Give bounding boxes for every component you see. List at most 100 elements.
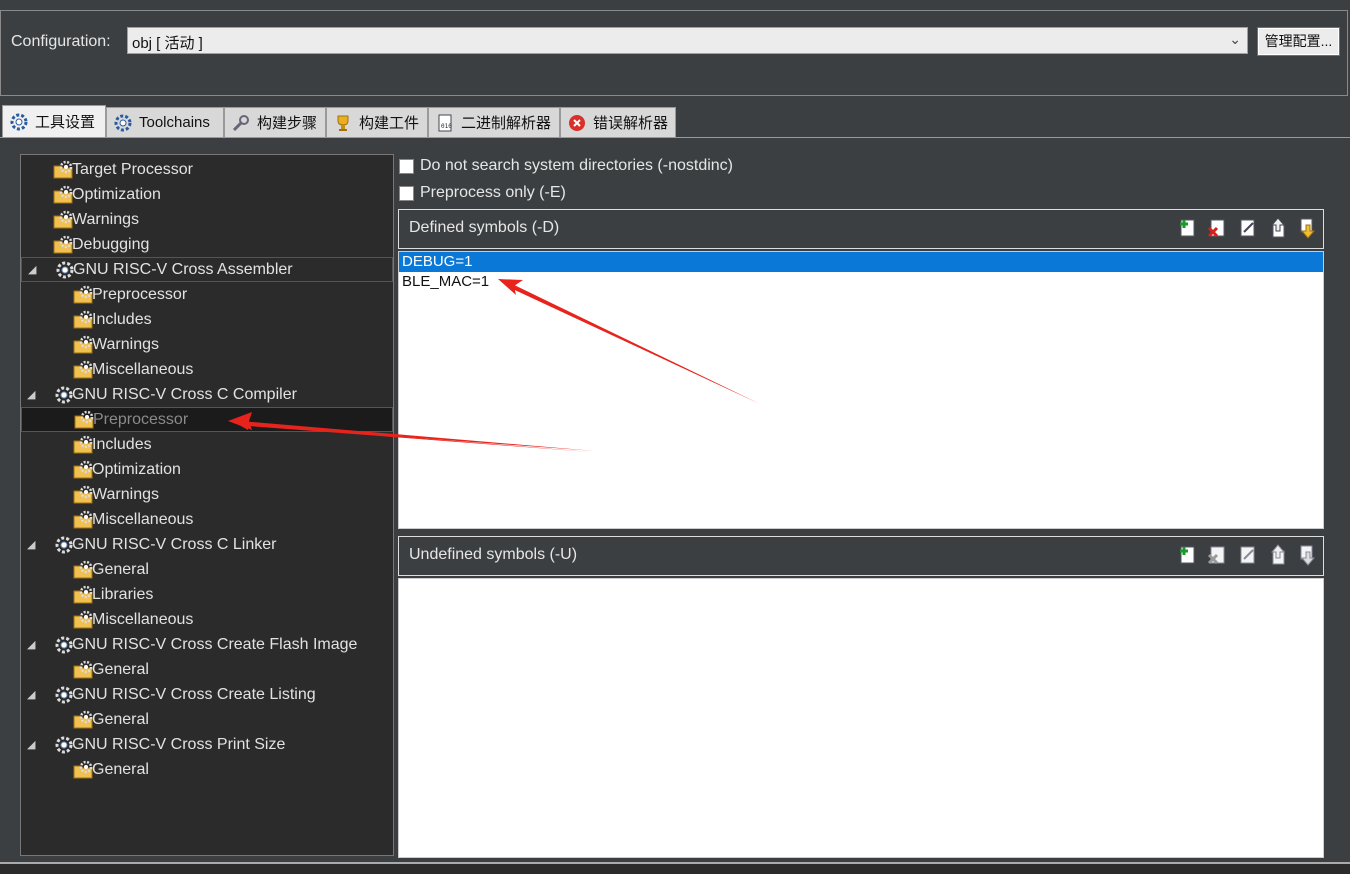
expand-collapse-icon[interactable]: ◢ (27, 688, 39, 701)
tree-group-item[interactable]: ◢ GNU RISC-V Cross Create Flash Image (21, 632, 393, 657)
tree-item[interactable]: Miscellaneous (21, 507, 393, 532)
tree-item-label: Miscellaneous (92, 610, 194, 628)
tree-item-label: Miscellaneous (92, 510, 194, 528)
tree-item-label: Warnings (72, 210, 139, 228)
tree-item[interactable]: Warnings (21, 207, 393, 232)
tree-group-item[interactable]: ◢ GNU RISC-V Cross Create Listing (21, 682, 393, 707)
tree-item[interactable]: Warnings (21, 482, 393, 507)
add-icon[interactable] (1177, 543, 1199, 567)
tree-item[interactable]: Optimization (21, 457, 393, 482)
tree-group-item[interactable]: ◢ GNU RISC-V Cross C Compiler (21, 382, 393, 407)
tree-item[interactable]: Target Processor (21, 157, 393, 182)
configuration-label: Configuration: (11, 33, 111, 50)
tree-item-label: General (92, 710, 149, 728)
preprocess-only-checkbox[interactable] (399, 185, 414, 201)
tree-item-label: GNU RISC-V Cross Create Listing (72, 685, 316, 703)
defined-symbols-toolbar (1177, 216, 1319, 240)
svg-text:010: 010 (441, 123, 452, 130)
tree-item-label: Includes (92, 435, 152, 453)
edit-icon[interactable] (1237, 543, 1259, 567)
expand-collapse-icon[interactable]: ◢ (27, 538, 39, 551)
tree-item[interactable]: Libraries (21, 582, 393, 607)
tree-item-label: Includes (92, 310, 152, 328)
tree-item-label: General (92, 560, 149, 578)
tree-item-label: GNU RISC-V Cross C Compiler (72, 385, 297, 403)
delete-icon[interactable] (1207, 216, 1229, 240)
tab-label: 构建步骤 (257, 115, 318, 132)
list-item[interactable]: BLE_MAC=1 (399, 272, 1323, 292)
tab-build-steps[interactable]: 构建步骤 (224, 107, 326, 137)
manage-configurations-button[interactable]: 管理配置... (1257, 27, 1340, 56)
list-item[interactable]: DEBUG=1 (399, 252, 1323, 272)
configuration-select[interactable]: obj [ 活动 ] ⌄ (127, 27, 1248, 54)
move-down-icon[interactable] (1297, 543, 1319, 567)
tab-binary-parsers[interactable]: 010 二进制解析器 (428, 107, 560, 137)
tree-item[interactable]: Miscellaneous (21, 357, 393, 382)
tree-item[interactable]: General (21, 657, 393, 682)
delete-icon[interactable] (1207, 543, 1229, 567)
expand-collapse-icon[interactable]: ◢ (27, 388, 39, 401)
defined-symbols-title: Defined symbols (-D) (409, 219, 560, 236)
trophy-icon (337, 115, 349, 131)
tab-label: 工具设置 (35, 114, 96, 131)
edit-icon[interactable] (1237, 216, 1259, 240)
tab-build-artifact[interactable]: 构建工件 (326, 107, 428, 137)
tab-label: 错误解析器 (593, 115, 669, 132)
defined-symbols-header: Defined symbols (-D) (398, 209, 1324, 249)
tree-item[interactable]: Miscellaneous (21, 607, 393, 632)
binary-file-icon: 010 (438, 114, 452, 131)
tree-item[interactable]: General (21, 557, 393, 582)
settings-tree: Target Processor Optimization Warnings Debu… (20, 154, 394, 856)
gear-icon (10, 113, 28, 130)
undefined-symbols-section: Undefined symbols (-U) (398, 536, 1324, 858)
undefined-symbols-title: Undefined symbols (-U) (409, 546, 578, 563)
tree-item[interactable]: Includes (21, 307, 393, 332)
move-up-icon[interactable] (1267, 543, 1289, 567)
tool-settings-panel: Target Processor Optimization Warnings Debu… (0, 137, 1350, 873)
tree-item-label: GNU RISC-V Cross Create Flash Image (72, 635, 358, 653)
tree-item-label: Optimization (92, 460, 181, 478)
nostdinc-option[interactable]: Do not search system directories (-nostd… (399, 156, 733, 176)
tree-item[interactable]: Includes (21, 432, 393, 457)
expand-collapse-icon[interactable]: ◢ (27, 638, 39, 651)
defined-symbols-list[interactable]: DEBUG=1 BLE_MAC=1 (398, 251, 1324, 529)
move-down-icon[interactable] (1297, 216, 1319, 240)
defined-symbols-section: Defined symbols (-D) DEBUG=1 BLE_MAC=1 (398, 209, 1324, 529)
tree-item-label: General (92, 760, 149, 778)
tree-item-label: Warnings (92, 335, 159, 353)
expand-collapse-icon[interactable]: ◢ (28, 263, 40, 276)
tree-item[interactable]: Debugging (21, 232, 393, 257)
tree-group-item[interactable]: ◢ GNU RISC-V Cross Assembler (21, 257, 393, 282)
preprocess-only-option[interactable]: Preprocess only (-E) (399, 183, 566, 203)
tree-item[interactable]: General (21, 707, 393, 732)
error-icon (569, 114, 585, 131)
tree-item-label: Preprocessor (92, 285, 188, 303)
tree-item-label: Miscellaneous (92, 360, 194, 378)
add-icon[interactable] (1177, 216, 1199, 240)
tree-item-label: GNU RISC-V Cross C Linker (72, 535, 277, 553)
tree-item-label: Libraries (92, 585, 154, 603)
tree-item-label: General (92, 660, 149, 678)
tab-toolchains[interactable]: Toolchains (106, 107, 224, 137)
tab-label: Toolchains (139, 114, 210, 131)
tree-item[interactable]: Preprocessor (21, 407, 393, 432)
tree-item[interactable]: Optimization (21, 182, 393, 207)
tree-item-label: Optimization (72, 185, 161, 203)
undefined-symbols-list[interactable] (398, 578, 1324, 858)
settings-tabs: 工具设置 Toolchains 构建步骤 构建工件 010 二进制解析器 错误解… (0, 105, 1350, 137)
tree-item[interactable]: Warnings (21, 332, 393, 357)
tree-item[interactable]: Preprocessor (21, 282, 393, 307)
move-up-icon[interactable] (1267, 216, 1289, 240)
chevron-down-icon[interactable]: ⌄ (1229, 31, 1241, 48)
tree-group-item[interactable]: ◢ GNU RISC-V Cross C Linker (21, 532, 393, 557)
tree-item-label: Preprocessor (93, 410, 189, 428)
tree-item-label: Target Processor (72, 160, 193, 178)
tree-item[interactable]: General (21, 757, 393, 782)
expand-collapse-icon[interactable]: ◢ (27, 738, 39, 751)
nostdinc-checkbox[interactable] (399, 158, 414, 174)
tree-item-label: Debugging (72, 235, 150, 253)
tab-tool-settings[interactable]: 工具设置 (2, 105, 106, 137)
tree-group-item[interactable]: ◢ GNU RISC-V Cross Print Size (21, 732, 393, 757)
tab-error-parsers[interactable]: 错误解析器 (560, 107, 676, 137)
tree-item-label: GNU RISC-V Cross Print Size (72, 735, 286, 753)
